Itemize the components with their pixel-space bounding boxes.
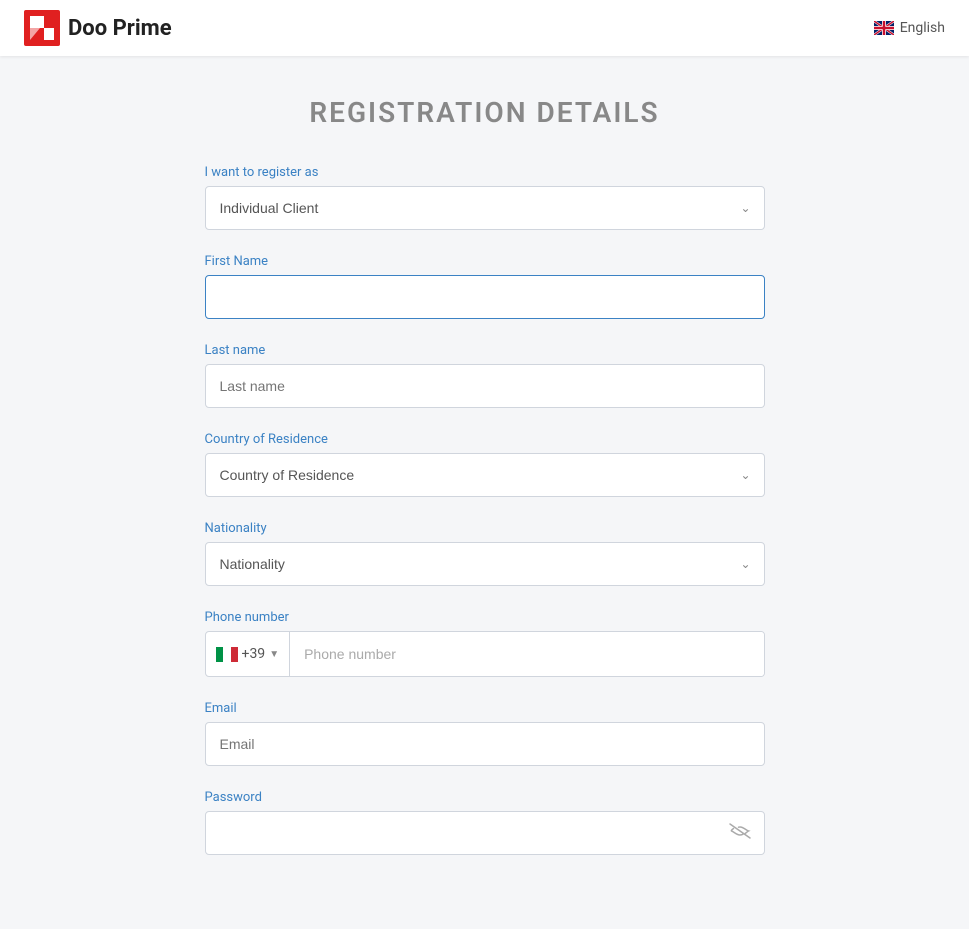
register-as-label: I want to register as [205,165,765,180]
phone-group: Phone number +39 ▼ [205,610,765,677]
country-label: Country of Residence [205,432,765,447]
logo-text: Doo Prime [68,16,172,41]
logo: Doo Prime [24,10,172,46]
nationality-label: Nationality [205,521,765,536]
phone-country-chevron-icon: ▼ [269,649,279,660]
email-group: Email [205,701,765,766]
nationality-group: Nationality Nationality ⌄ [205,521,765,586]
last-name-label: Last name [205,343,765,358]
main-content: REGISTRATION DETAILS I want to register … [185,56,785,919]
eye-slash-icon[interactable] [729,823,751,843]
password-label: Password [205,790,765,805]
country-select[interactable]: Country of Residence [205,453,765,497]
last-name-input[interactable] [205,364,765,408]
email-input[interactable] [205,722,765,766]
language-selector[interactable]: English [874,20,945,36]
register-as-group: I want to register as Individual Client … [205,165,765,230]
page-title: REGISTRATION DETAILS [205,96,765,129]
country-group: Country of Residence Country of Residenc… [205,432,765,497]
register-as-select-wrapper: Individual Client Corporate Client ⌄ [205,186,765,230]
nationality-select[interactable]: Nationality [205,542,765,586]
phone-country-selector[interactable]: +39 ▼ [206,632,291,676]
flag-icon [874,21,894,35]
password-group: Password [205,790,765,855]
email-label: Email [205,701,765,716]
first-name-label: First Name [205,254,765,269]
first-name-group: First Name [205,254,765,319]
password-wrapper [205,811,765,855]
phone-wrapper: +39 ▼ [205,631,765,677]
nationality-select-wrapper: Nationality ⌄ [205,542,765,586]
password-input[interactable] [205,811,765,855]
phone-label: Phone number [205,610,765,625]
registration-form: I want to register as Individual Client … [205,165,765,855]
phone-input[interactable] [290,632,763,676]
first-name-input[interactable] [205,275,765,319]
language-label: English [900,20,945,36]
italy-flag-icon [216,647,238,662]
last-name-group: Last name [205,343,765,408]
phone-code: +39 [242,646,266,662]
header: Doo Prime English [0,0,969,56]
logo-icon [24,10,60,46]
register-as-select[interactable]: Individual Client Corporate Client [205,186,765,230]
country-select-wrapper: Country of Residence ⌄ [205,453,765,497]
